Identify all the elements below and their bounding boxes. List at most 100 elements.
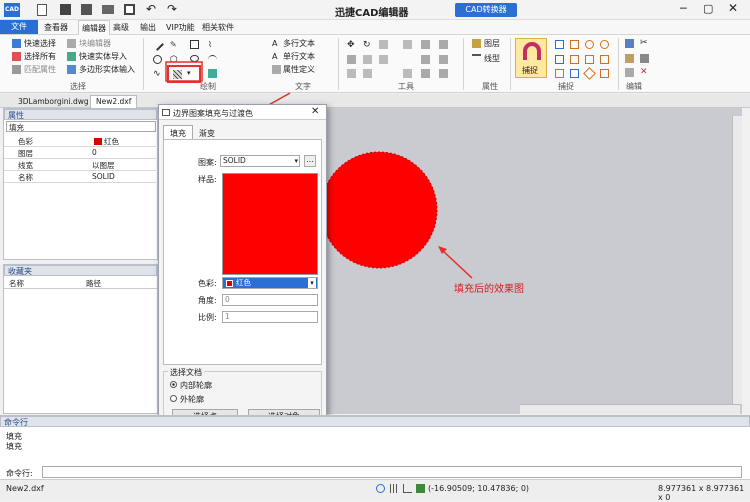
pencil-icon[interactable]: ✎ — [170, 40, 179, 49]
fillet-icon[interactable] — [363, 69, 372, 78]
prop-row-name[interactable]: 名称 SOLID — [4, 172, 156, 183]
snap-insert-icon[interactable] — [583, 67, 596, 80]
snap-quadrant-icon[interactable] — [555, 55, 564, 64]
snap-toggle-icon[interactable] — [376, 484, 385, 493]
snap-node-icon[interactable] — [600, 40, 609, 49]
join-icon[interactable] — [439, 55, 448, 64]
angle-input[interactable]: 0 — [222, 294, 318, 306]
canvas-vscroll[interactable] — [732, 116, 742, 404]
pattern-select[interactable]: SOLID ▾ — [220, 155, 300, 167]
trim-icon[interactable] — [379, 40, 388, 49]
extend-icon[interactable] — [403, 69, 412, 78]
copy-tool-icon[interactable] — [403, 40, 412, 49]
pattern-dropdown-icon[interactable]: ▾ — [294, 156, 298, 166]
rotate-icon[interactable]: ↻ — [363, 40, 372, 50]
menu-output[interactable]: 输出 — [140, 22, 156, 33]
doc-tab-lamborghini[interactable]: 3DLamborgini.dwg — [18, 97, 89, 106]
attdef-button[interactable]: 属性定义 — [283, 64, 315, 75]
maximize-icon[interactable]: ▢ — [703, 2, 713, 15]
hatch-tool-button[interactable]: ▾ — [167, 65, 201, 83]
prop-row-lineweight[interactable]: 线宽 以图层 — [4, 160, 156, 171]
format-icon[interactable] — [625, 68, 634, 77]
prop-row-color[interactable]: 色彩 红色 — [4, 136, 156, 147]
menu-vip[interactable]: VIP功能 — [166, 22, 195, 33]
snap-button[interactable]: 捕捉 — [515, 38, 547, 78]
stretch-icon[interactable] — [363, 55, 372, 64]
hatch-dropdown-icon[interactable]: ▾ — [187, 69, 191, 77]
snap-ext-icon[interactable] — [585, 55, 594, 64]
save-icon[interactable] — [60, 4, 71, 15]
copy-icon[interactable] — [625, 39, 634, 48]
scale-icon[interactable] — [347, 55, 356, 64]
paste-icon[interactable] — [625, 54, 634, 63]
mtext-button[interactable]: 多行文本 — [283, 38, 315, 49]
linetype-button[interactable]: 线型 — [484, 53, 500, 64]
move-icon[interactable]: ✥ — [347, 40, 356, 50]
open-icon[interactable] — [102, 5, 114, 14]
canvas-hscroll[interactable] — [520, 404, 740, 414]
lineweight-toggle-icon[interactable] — [416, 484, 425, 493]
image-icon[interactable] — [208, 69, 217, 78]
explode-icon[interactable] — [421, 55, 430, 64]
save-as-icon[interactable] — [81, 4, 92, 15]
circle-tool-icon[interactable] — [153, 55, 162, 64]
ortho-toggle-icon[interactable] — [403, 484, 412, 493]
break-icon[interactable] — [421, 69, 430, 78]
menu-editor[interactable]: 编辑器 — [78, 20, 110, 35]
arc-icon[interactable] — [208, 55, 217, 64]
snap-perp-icon[interactable] — [600, 55, 609, 64]
new-file-icon[interactable] — [37, 4, 47, 16]
mirror-icon[interactable] — [421, 40, 430, 49]
color-dropdown-icon[interactable]: ▾ — [308, 278, 316, 288]
color-select[interactable]: 红色 ▾ — [222, 277, 318, 289]
redo-icon[interactable]: ↷ — [167, 2, 177, 16]
line-icon[interactable] — [151, 38, 164, 51]
spline-icon[interactable]: ∿ — [153, 69, 162, 79]
snap-midpoint-icon[interactable] — [570, 40, 579, 49]
menu-advanced[interactable]: 高级 — [113, 22, 129, 33]
polygon-input-button[interactable]: 多边形实体输入 — [79, 64, 135, 75]
ellipse-icon[interactable] — [190, 55, 199, 62]
menu-file[interactable]: 文件 — [0, 20, 38, 34]
cut-icon[interactable]: ✂ — [640, 38, 649, 48]
polyline-icon[interactable]: ⌇ — [208, 40, 217, 49]
radio-outer[interactable] — [170, 395, 177, 402]
print-icon[interactable] — [124, 4, 135, 15]
offset-icon[interactable] — [379, 55, 388, 64]
pattern-more-button[interactable]: ... — [304, 155, 316, 167]
snap-tangent-icon[interactable] — [555, 69, 564, 78]
cad-converter-button[interactable]: CAD转换器 — [455, 3, 517, 17]
snap-intersect-icon[interactable] — [570, 55, 579, 64]
doc-tab-new2[interactable]: New2.dxf — [90, 95, 138, 108]
close-icon[interactable]: ✕ — [728, 1, 738, 15]
prop-row-layer[interactable]: 图层 0 — [4, 148, 156, 159]
paste-special-icon[interactable] — [640, 54, 649, 63]
snap-endpoint-icon[interactable] — [555, 40, 564, 49]
polygon-icon[interactable]: ⬡ — [170, 55, 179, 65]
scale-input[interactable]: 1 — [222, 311, 318, 323]
undo-icon[interactable]: ↶ — [146, 2, 156, 16]
layer-button[interactable]: 图层 — [484, 38, 500, 49]
rect-icon[interactable] — [190, 40, 199, 49]
select-all-button[interactable]: 选择所有 — [24, 51, 56, 62]
grid-toggle-icon[interactable] — [390, 484, 399, 493]
filled-circle[interactable] — [320, 151, 438, 269]
menu-related[interactable]: 相关软件 — [202, 22, 234, 33]
block-editor-button[interactable]: 块编辑器 — [79, 38, 111, 49]
chamfer-icon[interactable] — [347, 69, 356, 78]
snap-parallel-icon[interactable] — [600, 69, 609, 78]
match-prop-button[interactable]: 匹配属性 — [24, 64, 56, 75]
delete-icon[interactable]: ✕ — [640, 67, 649, 77]
stext-button[interactable]: 单行文本 — [283, 51, 315, 62]
quick-select-button[interactable]: 快速选择 — [24, 38, 56, 49]
command-input[interactable] — [42, 466, 742, 478]
quick-import-button[interactable]: 快速实体导入 — [79, 51, 127, 62]
snap-nearest-icon[interactable] — [570, 69, 579, 78]
menu-viewer[interactable]: 查看器 — [44, 22, 68, 33]
radio-inner[interactable] — [170, 381, 177, 388]
minimize-icon[interactable]: ─ — [680, 2, 687, 15]
array-icon[interactable] — [439, 40, 448, 49]
snap-center-icon[interactable] — [585, 40, 594, 49]
dialog-titlebar[interactable]: 边界图案填充与过渡色 ✕ — [159, 105, 326, 120]
erase-tool-icon[interactable] — [439, 69, 448, 78]
